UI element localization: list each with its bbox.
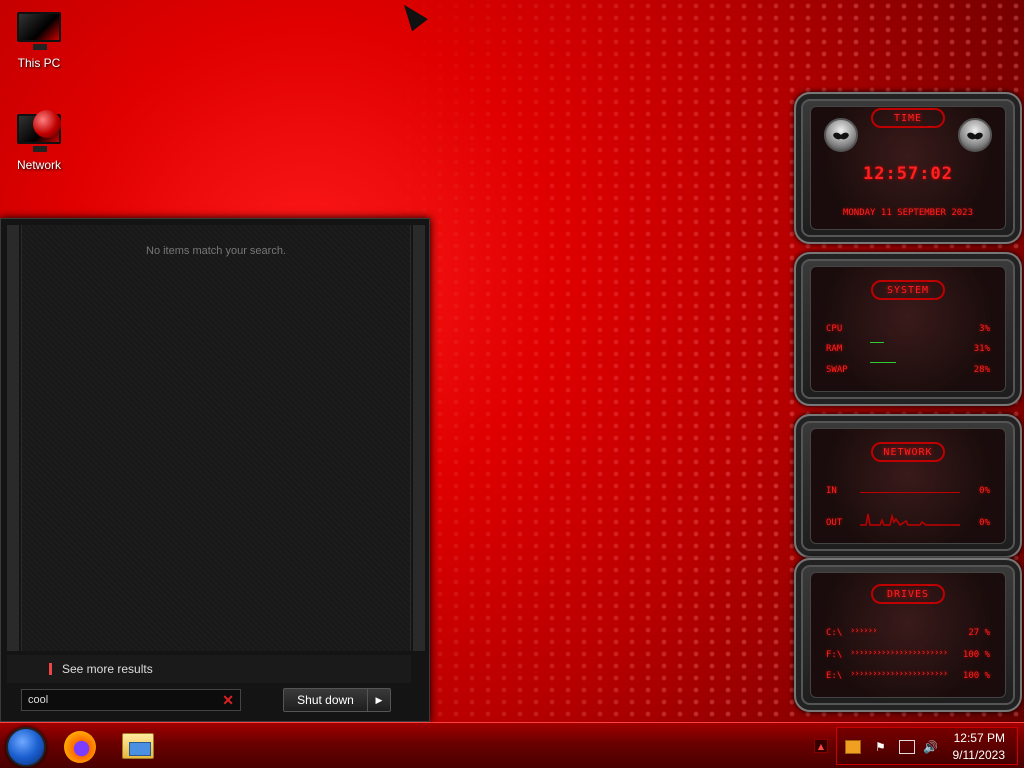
shutdown-button[interactable]: Shut down [284, 689, 368, 711]
search-results-pane: No items match your search. [21, 225, 411, 651]
show-hidden-icons-icon[interactable]: ▲ [814, 739, 828, 753]
network-gadget[interactable]: NETWORK IN 0% OUT 0% [794, 414, 1022, 558]
network-row-in: IN 0% [826, 486, 990, 496]
network-in-graph [860, 492, 960, 493]
see-more-results-link[interactable]: See more results [7, 655, 411, 683]
drives-gadget-title: DRIVES [871, 584, 945, 604]
network-status-icon[interactable] [899, 740, 915, 754]
no-results-message: No items match your search. [146, 245, 286, 257]
search-input-value: cool [28, 694, 49, 706]
desktop-icon-network[interactable]: Network [4, 110, 74, 172]
desktop-icon-this-pc[interactable]: This PC [4, 8, 74, 70]
mouse-cursor-icon [396, 0, 428, 32]
network-out-graph [860, 513, 960, 526]
network-globe-icon [15, 110, 63, 154]
start-orb-icon[interactable] [6, 727, 46, 767]
tray-app-icon[interactable] [845, 740, 861, 754]
drive-c-bar: ›››››› [850, 626, 878, 636]
volume-icon[interactable]: 🔊 [923, 740, 939, 754]
swap-graph-line [870, 362, 896, 363]
flag-alert-icon[interactable]: ⚑ [875, 740, 891, 754]
desktop-icon-label: This PC [17, 56, 61, 70]
time-gadget[interactable]: TIME 12:57:02 MONDAY 11 SEPTEMBER 2023 [794, 92, 1022, 244]
start-menu-rail-left [7, 225, 19, 651]
drive-e-bar: ›››››››››››››››››››››› [850, 669, 948, 679]
network-gadget-title: NETWORK [871, 442, 945, 462]
time-gadget-title: TIME [871, 108, 945, 128]
drives-gadget[interactable]: DRIVES C:\ 27 % ›››››› F:\ 100 % ›››››››… [794, 558, 1022, 712]
see-more-icon [49, 663, 52, 675]
alien-head-icon [824, 118, 858, 152]
file-explorer-icon[interactable] [122, 733, 154, 759]
system-gadget[interactable]: SYSTEM CPU 3% RAM 31% SWAP 28% [794, 252, 1022, 406]
taskbar: ▲ ⚑ 🔊 12:57 PM 9/11/2023 [0, 722, 1024, 768]
system-gadget-title: SYSTEM [871, 280, 945, 300]
gadget-clock: 12:57:02 [863, 164, 953, 184]
taskbar-clock-time[interactable]: 12:57 PM [954, 731, 1005, 745]
system-row-cpu: CPU 3% [826, 324, 990, 334]
shutdown-options-arrow-icon[interactable]: ▶ [368, 689, 390, 711]
system-row-ram: RAM 31% [826, 344, 990, 354]
desktop-icon-label: Network [16, 158, 61, 172]
start-menu-scrollbar[interactable] [413, 225, 425, 651]
gadget-date: MONDAY 11 SEPTEMBER 2023 [842, 208, 974, 218]
system-tray: ⚑ 🔊 12:57 PM 9/11/2023 [836, 727, 1018, 765]
system-row-swap: SWAP 28% [826, 365, 990, 375]
alien-head-icon [958, 118, 992, 152]
ram-graph-line [870, 342, 884, 343]
drive-f-bar: ›››››››››››››››››››››› [850, 648, 948, 658]
clear-search-icon[interactable]: ✕ [222, 692, 234, 709]
see-more-label: See more results [62, 662, 153, 676]
start-menu: No items match your search. See more res… [0, 218, 430, 722]
firefox-icon[interactable] [64, 731, 96, 763]
search-input[interactable]: cool ✕ [21, 689, 241, 711]
monitor-icon [15, 8, 63, 52]
shutdown-button-group: Shut down ▶ [283, 688, 391, 712]
taskbar-clock-date[interactable]: 9/11/2023 [953, 748, 1006, 762]
